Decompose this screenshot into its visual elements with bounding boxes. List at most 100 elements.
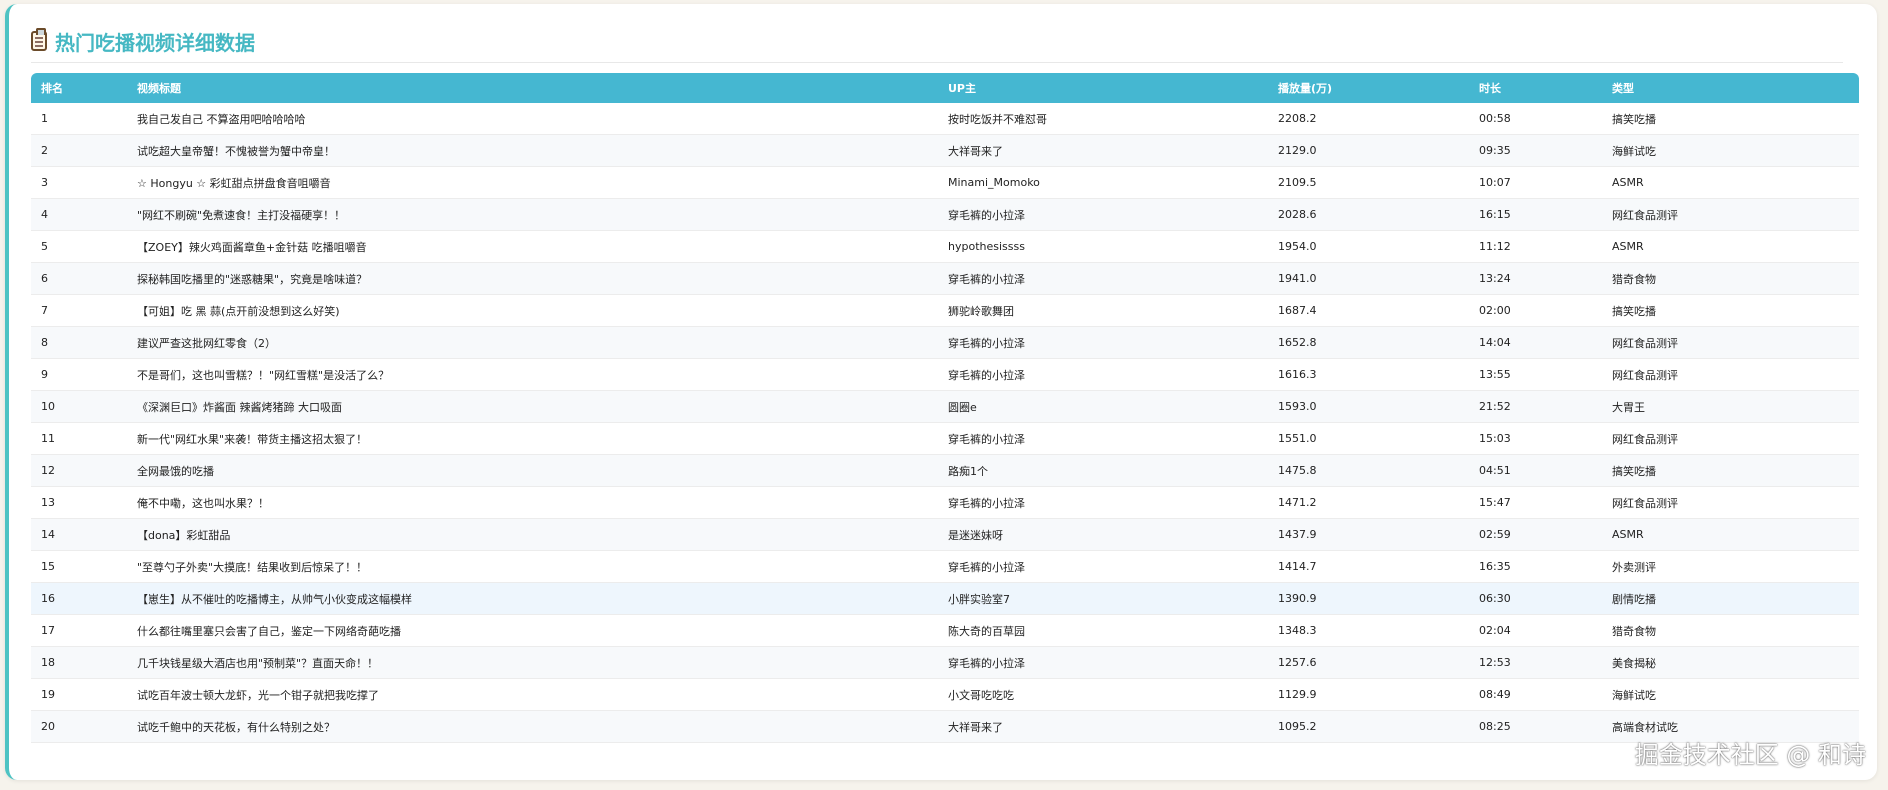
cell-rank: 7	[31, 295, 127, 327]
table-row[interactable]: 19 试吃百年波士顿大龙虾，光一个钳子就把我吃撑了 小文哥吃吃吃 1129.9 08:4…	[31, 679, 1859, 711]
cell-title: 建议严查这批网红零食（2）	[127, 327, 938, 359]
table-row[interactable]: 9 不是哥们，这也叫雪糕？！"网红雪糕"是没活了么？ 穿毛裤的小拉泽 1616.3 13…	[31, 359, 1859, 391]
cell-duration: 10:07	[1469, 167, 1602, 199]
cell-rank: 10	[31, 391, 127, 423]
watermark: 掘金技术社区 @ 和诗	[1634, 741, 1866, 769]
cell-title: "至尊勺子外卖"大摸底！结果收到后惊呆了！！	[127, 551, 938, 583]
cell-category: 海鲜试吃	[1602, 135, 1859, 167]
table-row[interactable]: 14 【dona】彩虹甜品 是迷迷妹呀 1437.9 02:59 ASMR	[31, 519, 1859, 551]
cell-uploader: hypothesissss	[938, 231, 1268, 263]
cell-category: 猎奇食物	[1602, 263, 1859, 295]
cell-duration: 14:04	[1469, 327, 1602, 359]
cell-uploader: 穿毛裤的小拉泽	[938, 199, 1268, 231]
table-row[interactable]: 11 新一代"网红水果"来袭！带货主播这招太狠了！ 穿毛裤的小拉泽 1551.0 15:…	[31, 423, 1859, 455]
column-header-views[interactable]: 播放量(万)	[1268, 73, 1469, 103]
table-row[interactable]: 6 探秘韩国吃播里的"迷惑糖果"，究竟是啥味道？ 穿毛裤的小拉泽 1941.0 13:2…	[31, 263, 1859, 295]
cell-category: 大胃王	[1602, 391, 1859, 423]
cell-title: 试吃超大皇帝蟹！不愧被誉为蟹中帝皇！	[127, 135, 938, 167]
cell-title: 几千块钱星级大酒店也用"预制菜"？直面天命！！	[127, 647, 938, 679]
table-row[interactable]: 15 "至尊勺子外卖"大摸底！结果收到后惊呆了！！ 穿毛裤的小拉泽 1414.7 16:…	[31, 551, 1859, 583]
table-row[interactable]: 7 【可姐】吃 黑 蒜(点开前没想到这么好笑) 狮驼岭歌舞团 1687.4 02:00 搞…	[31, 295, 1859, 327]
cell-title: 不是哥们，这也叫雪糕？！"网红雪糕"是没活了么？	[127, 359, 938, 391]
cell-uploader: 穿毛裤的小拉泽	[938, 263, 1268, 295]
cell-category: ASMR	[1602, 231, 1859, 263]
cell-category: 网红食品测评	[1602, 199, 1859, 231]
panel-title: 热门吃播视频详细数据	[55, 30, 255, 55]
table-row[interactable]: 8 建议严查这批网红零食（2） 穿毛裤的小拉泽 1652.8 14:04 网红食品测评	[31, 327, 1859, 359]
cell-title: 试吃百年波士顿大龙虾，光一个钳子就把我吃撑了	[127, 679, 938, 711]
cell-title: 全网最饿的吃播	[127, 455, 938, 487]
cell-duration: 08:49	[1469, 679, 1602, 711]
cell-category: 剧情吃播	[1602, 583, 1859, 615]
table-row[interactable]: 1 我自己发自己 不算盗用吧哈哈哈哈 按时吃饭并不难怼哥 2208.2 00:58 搞笑吃…	[31, 103, 1859, 135]
table-row[interactable]: 4 "网红不刷碗"免煮速食！主打没福硬享！！ 穿毛裤的小拉泽 2028.6 16:15 网…	[31, 199, 1859, 231]
cell-views: 1471.2	[1268, 487, 1469, 519]
cell-category: 搞笑吃播	[1602, 455, 1859, 487]
cell-views: 1954.0	[1268, 231, 1469, 263]
cell-uploader: 大祥哥来了	[938, 135, 1268, 167]
cell-views: 2109.5	[1268, 167, 1469, 199]
cell-duration: 02:59	[1469, 519, 1602, 551]
table-row[interactable]: 5 【ZOEY】辣火鸡面酱章鱼+金针菇 吃播咀嚼音 hypothesissss 195…	[31, 231, 1859, 263]
cell-views: 1593.0	[1268, 391, 1469, 423]
cell-uploader: 小文哥吃吃吃	[938, 679, 1268, 711]
cell-rank: 14	[31, 519, 127, 551]
cell-category: 网红食品测评	[1602, 487, 1859, 519]
column-header-rank[interactable]: 排名	[31, 73, 127, 103]
cell-category: 网红食品测评	[1602, 423, 1859, 455]
cell-title: 试吃千鲍中的天花板，有什么特别之处？	[127, 711, 938, 743]
cell-category: 外卖测评	[1602, 551, 1859, 583]
cell-category: 海鲜试吃	[1602, 679, 1859, 711]
cell-category: ASMR	[1602, 519, 1859, 551]
cell-category: 搞笑吃播	[1602, 295, 1859, 327]
table-row[interactable]: 12 全网最饿的吃播 路痴1个 1475.8 04:51 搞笑吃播	[31, 455, 1859, 487]
table-row[interactable]: 3 ☆ Hongyu ☆ 彩虹甜点拼盘食音咀嚼音 Minami_Momoko 2109…	[31, 167, 1859, 199]
cell-uploader: 按时吃饭并不难怼哥	[938, 103, 1268, 135]
cell-rank: 4	[31, 199, 127, 231]
cell-uploader: 穿毛裤的小拉泽	[938, 487, 1268, 519]
cell-duration: 16:15	[1469, 199, 1602, 231]
cell-uploader: 穿毛裤的小拉泽	[938, 647, 1268, 679]
cell-uploader: 陈大奇的百草园	[938, 615, 1268, 647]
cell-category: 网红食品测评	[1602, 327, 1859, 359]
table-row[interactable]: 20 试吃千鲍中的天花板，有什么特别之处？ 大祥哥来了 1095.2 08:25 高端食材…	[31, 711, 1859, 743]
cell-rank: 19	[31, 679, 127, 711]
cell-views: 1616.3	[1268, 359, 1469, 391]
column-header-category[interactable]: 类型	[1602, 73, 1859, 103]
cell-rank: 13	[31, 487, 127, 519]
cell-title: 《深渊巨口》炸酱面 辣酱烤猪蹄 大口吸面	[127, 391, 938, 423]
column-header-title[interactable]: 视频标题	[127, 73, 938, 103]
cell-title: 【可姐】吃 黑 蒜(点开前没想到这么好笑)	[127, 295, 938, 327]
cell-category: 网红食品测评	[1602, 359, 1859, 391]
cell-views: 1652.8	[1268, 327, 1469, 359]
table-row[interactable]: 18 几千块钱星级大酒店也用"预制菜"？直面天命！！ 穿毛裤的小拉泽 1257.6 12…	[31, 647, 1859, 679]
cell-views: 1095.2	[1268, 711, 1469, 743]
cell-rank: 17	[31, 615, 127, 647]
table-row[interactable]: 2 试吃超大皇帝蟹！不愧被誉为蟹中帝皇！ 大祥哥来了 2129.0 09:35 海鲜试吃	[31, 135, 1859, 167]
cell-views: 1551.0	[1268, 423, 1469, 455]
cell-views: 2129.0	[1268, 135, 1469, 167]
cell-title: 【dona】彩虹甜品	[127, 519, 938, 551]
cell-title: ☆ Hongyu ☆ 彩虹甜点拼盘食音咀嚼音	[127, 167, 938, 199]
cell-uploader: 穿毛裤的小拉泽	[938, 327, 1268, 359]
cell-title: 【崽生】从不催吐的吃播博主，从帅气小伙变成这幅模样	[127, 583, 938, 615]
table-row[interactable]: 13 俺不中嘞，这也叫水果？！ 穿毛裤的小拉泽 1471.2 15:47 网红食品测评	[31, 487, 1859, 519]
video-data-table: 排名 视频标题 UP主 播放量(万) 时长 类型 1 我自己发自己 不算盗用吧哈哈…	[31, 73, 1859, 743]
cell-category: 猎奇食物	[1602, 615, 1859, 647]
column-header-duration[interactable]: 时长	[1469, 73, 1602, 103]
cell-rank: 8	[31, 327, 127, 359]
cell-title: "网红不刷碗"免煮速食！主打没福硬享！！	[127, 199, 938, 231]
cell-rank: 2	[31, 135, 127, 167]
cell-duration: 11:12	[1469, 231, 1602, 263]
table-row[interactable]: 17 什么都往嘴里塞只会害了自己，鉴定一下网络奇葩吃播 陈大奇的百草园 1348.3 0…	[31, 615, 1859, 647]
cell-title: 新一代"网红水果"来袭！带货主播这招太狠了！	[127, 423, 938, 455]
table-row[interactable]: 16 【崽生】从不催吐的吃播博主，从帅气小伙变成这幅模样 小胖实验室7 1390.9 0…	[31, 583, 1859, 615]
cell-rank: 12	[31, 455, 127, 487]
table-row[interactable]: 10 《深渊巨口》炸酱面 辣酱烤猪蹄 大口吸面 圆圈e 1593.0 21:52 大胃王	[31, 391, 1859, 423]
cell-title: 什么都往嘴里塞只会害了自己，鉴定一下网络奇葩吃播	[127, 615, 938, 647]
cell-duration: 21:52	[1469, 391, 1602, 423]
cell-duration: 02:04	[1469, 615, 1602, 647]
panel-header: 热门吃播视频详细数据	[31, 26, 1843, 63]
column-header-uploader[interactable]: UP主	[938, 73, 1268, 103]
table-body: 1 我自己发自己 不算盗用吧哈哈哈哈 按时吃饭并不难怼哥 2208.2 00:58 搞笑吃…	[31, 103, 1859, 743]
